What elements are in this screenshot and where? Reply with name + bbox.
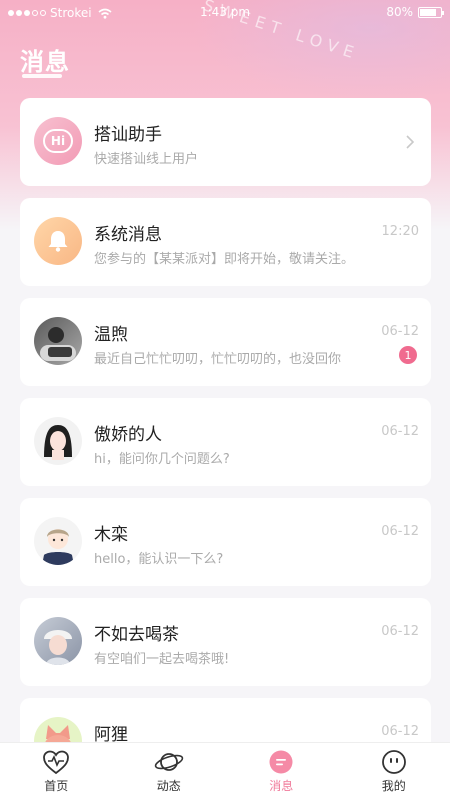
message-time: 06-12 [381,624,419,639]
message-time: 06-12 [381,724,419,739]
battery-percent: 80% [386,5,413,19]
heart-pulse-icon [43,750,70,775]
clock: 1:43 pm [199,5,251,19]
tab-label: 我的 [381,779,406,793]
face-icon [381,750,406,774]
chevron-right-icon [406,135,415,149]
contact-name: 温煦 [94,325,128,345]
hi-icon: Hi [34,117,82,165]
contact-name: 不如去喝茶 [94,625,179,645]
contact-name: 系统消息 [94,225,162,245]
list-item-greeting-assistant[interactable]: Hi 搭讪助手 快速搭讪线上用户 [20,98,431,186]
bottom-tab-bar: 首页 动态 消息 我的 [0,742,450,800]
avatar [34,617,82,665]
tab-label: 动态 [156,779,181,793]
tab-feed[interactable]: 动态 [113,743,226,800]
avatar [34,317,82,365]
list-item-contact[interactable]: 木栾 hello，能认识一下么? 06-12 [20,498,431,586]
unread-badge: 1 [399,346,417,364]
message-preview: 您参与的【某某派对】即将开始，敬请关注。 [94,252,355,267]
message-icon [269,750,293,774]
planet-icon [154,753,183,771]
contact-name: 木栾 [94,525,128,545]
tab-profile[interactable]: 我的 [338,743,450,800]
list-item-contact[interactable]: 不如去喝茶 有空咱们一起去喝茶哦! 06-12 [20,598,431,686]
message-time: 06-12 [381,524,419,539]
contact-name: 搭讪助手 [94,125,162,145]
tab-home[interactable]: 首页 [0,743,113,800]
tab-label: 首页 [44,779,69,793]
tab-messages[interactable]: 消息 [225,743,338,800]
list-item-contact[interactable]: 温煦 最近自己忙忙叨叨，忙忙叨叨的，也没回你 06-12 1 [20,298,431,386]
message-time: 06-12 [381,424,419,439]
message-preview: 最近自己忙忙叨叨，忙忙叨叨的，也没回你 [94,352,342,367]
message-preview: 有空咱们一起去喝茶哦! [94,652,230,667]
title-underline [22,74,62,78]
status-bar: Strokei 1:43 pm 80% [0,0,450,26]
bell-icon [34,217,82,265]
battery-indicator: 80% [386,5,444,19]
battery-icon [418,6,444,18]
message-preview: hello，能认识一下么? [94,552,224,567]
list-item-system-message[interactable]: 系统消息 您参与的【某某派对】即将开始，敬请关注。 12:20 [20,198,431,286]
avatar [34,517,82,565]
contact-name: 傲娇的人 [94,425,162,445]
message-time: 06-12 [381,324,419,339]
list-item-contact[interactable]: 傲娇的人 hi，能问你几个问题么? 06-12 [20,398,431,486]
page-title: 消息 [20,48,70,76]
message-preview: hi，能问你几个问题么? [94,452,230,467]
message-time: 12:20 [381,224,419,239]
tab-label: 消息 [269,779,294,793]
message-preview: 快速搭讪线上用户 [94,152,199,167]
avatar [34,417,82,465]
